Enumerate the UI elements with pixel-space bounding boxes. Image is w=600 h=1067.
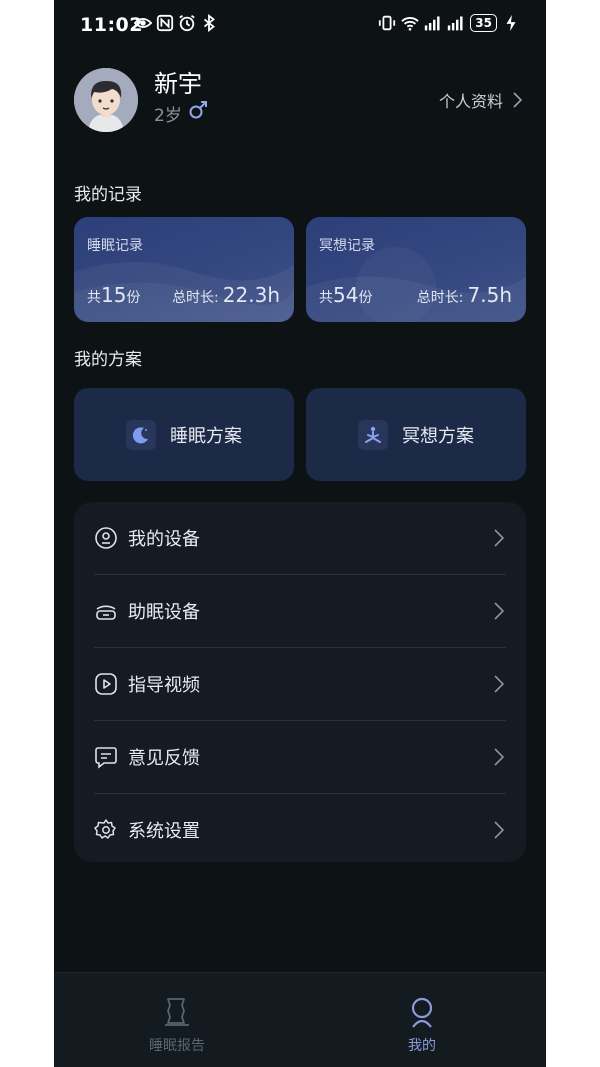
avatar-illustration xyxy=(74,68,138,132)
gear-icon xyxy=(94,819,116,839)
tab-label: 我的 xyxy=(408,1038,436,1054)
vibrate-icon xyxy=(379,15,396,31)
meditation-plan-label: 冥想方案 xyxy=(402,425,474,447)
male-icon xyxy=(189,101,207,119)
sleep-record-count: 共15份 xyxy=(87,283,141,307)
battery-level: 35 xyxy=(470,14,497,32)
user-icon xyxy=(411,997,433,1028)
records-section-title: 我的记录 xyxy=(74,185,142,205)
charging-icon xyxy=(506,14,516,32)
alarm-icon xyxy=(179,15,195,32)
bottom-tab-bar: 睡眠报告 我的 xyxy=(54,972,546,1067)
sleep-record-title: 睡眠记录 xyxy=(87,238,143,254)
phone-screen: 11:02 35 新宇 2岁 个人资料 我的记录 睡眠记录 共15份 总时长: … xyxy=(54,0,546,1067)
chevron-right-icon xyxy=(494,529,505,547)
status-bar: 11:02 35 xyxy=(54,0,546,50)
sleep-plan-label: 睡眠方案 xyxy=(170,425,242,447)
nfc-icon xyxy=(156,14,174,32)
tab-mine[interactable]: 我的 xyxy=(362,995,482,1055)
profile-link[interactable]: 个人资料 xyxy=(439,88,522,112)
menu-label: 我的设备 xyxy=(128,529,200,550)
meditation-plan-button[interactable]: 冥想方案 xyxy=(306,388,526,481)
menu-label: 助眠设备 xyxy=(128,602,200,623)
feedback-icon xyxy=(95,747,117,769)
eye-icon xyxy=(134,18,152,28)
menu-label: 指导视频 xyxy=(128,675,200,696)
menu-item-system-settings[interactable]: 系统设置 xyxy=(94,794,506,866)
moon-icon xyxy=(126,419,156,450)
sleep-record-card[interactable]: 睡眠记录 共15份 总时长: 22.3h xyxy=(74,217,294,322)
sleep-record-total: 总时长: 22.3h xyxy=(172,283,280,307)
settings-menu: 我的设备 助眠设备 指导视频 意见反馈 系统设置 xyxy=(74,502,526,862)
signal-icon-2 xyxy=(448,16,463,31)
chevron-right-icon xyxy=(494,602,505,620)
meditation-record-total: 总时长: 7.5h xyxy=(416,283,512,307)
menu-item-feedback[interactable]: 意见反馈 xyxy=(94,721,506,793)
meditation-record-card[interactable]: 冥想记录 共54份 总时长: 7.5h xyxy=(306,217,526,322)
bluetooth-icon xyxy=(203,14,215,32)
meditation-record-title: 冥想记录 xyxy=(319,238,375,254)
video-play-icon xyxy=(95,673,117,695)
menu-label: 意见反馈 xyxy=(128,748,200,769)
chevron-right-icon xyxy=(494,675,505,693)
menu-item-sleep-aid-devices[interactable]: 助眠设备 xyxy=(94,575,506,647)
meditation-icon xyxy=(358,419,388,450)
signal-icon xyxy=(425,16,440,31)
meditation-record-count: 共54份 xyxy=(319,283,373,307)
menu-label: 系统设置 xyxy=(128,821,200,842)
tab-label: 睡眠报告 xyxy=(149,1038,205,1054)
wifi-icon xyxy=(401,17,420,31)
tab-sleep-report[interactable]: 睡眠报告 xyxy=(117,995,237,1055)
report-scroll-icon xyxy=(165,998,189,1026)
user-name: 新宇 xyxy=(154,70,202,98)
plans-section-title: 我的方案 xyxy=(74,350,142,370)
sleep-plan-button[interactable]: 睡眠方案 xyxy=(74,388,294,481)
avatar[interactable] xyxy=(74,68,138,132)
status-right-icons: 35 xyxy=(378,14,520,32)
status-left-icons xyxy=(134,14,218,32)
user-age: 2岁 xyxy=(154,106,182,126)
profile-link-label: 个人资料 xyxy=(438,92,503,111)
menu-item-my-devices[interactable]: 我的设备 xyxy=(94,502,506,574)
chevron-right-icon xyxy=(494,748,505,766)
menu-item-guide-videos[interactable]: 指导视频 xyxy=(94,648,506,720)
sleep-aid-device-icon xyxy=(96,605,116,620)
chevron-right-icon xyxy=(494,821,505,839)
chevron-right-icon xyxy=(513,92,522,108)
device-icon xyxy=(95,527,117,549)
